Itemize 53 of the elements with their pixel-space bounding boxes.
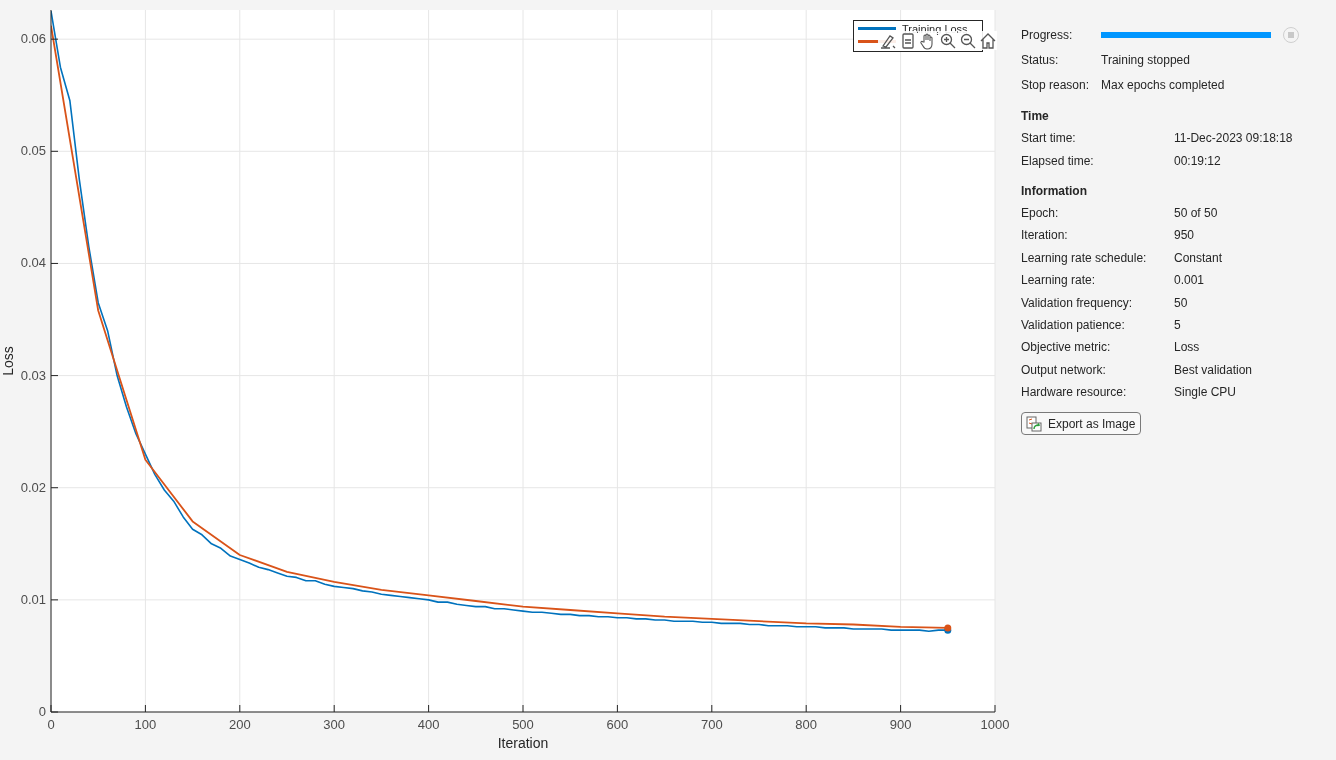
field-value: 11-Dec-2023 09:18:18 <box>1174 131 1293 146</box>
tick-label: 0.01 <box>20 591 46 607</box>
legend-line-icon <box>858 26 896 31</box>
tick-label: 0.03 <box>20 367 46 383</box>
tick-label: 400 <box>417 717 440 732</box>
tick-label: 200 <box>228 717 251 732</box>
field-label: Start time: <box>1021 131 1077 146</box>
field-value: Max epochs completed <box>1101 77 1225 92</box>
export-image-icon <box>1026 415 1042 432</box>
tick-label: 500 <box>512 717 534 732</box>
field-value: 5 <box>1174 317 1181 332</box>
field-label: Hardware resource: <box>1021 385 1128 400</box>
field-label: Status: <box>1021 52 1060 67</box>
field-value: Single CPU <box>1174 385 1237 400</box>
tick-label: 600 <box>606 717 629 732</box>
tick-label: 0.06 <box>20 31 46 47</box>
field-value: 50 <box>1174 295 1188 310</box>
tick-label: 100 <box>134 717 157 732</box>
field-value: Training stopped <box>1101 52 1190 67</box>
tick-label: 300 <box>323 717 346 732</box>
field-value: Loss <box>1174 340 1200 355</box>
field-value: 950 <box>1174 228 1195 243</box>
tick-label: 900 <box>889 717 912 732</box>
field-value: Constant <box>1174 250 1223 265</box>
tick-label: 0 <box>38 704 46 719</box>
tick-label: 0.02 <box>20 479 46 495</box>
field-label: Output network: <box>1021 362 1107 377</box>
field-label: Learning rate schedule: <box>1021 250 1148 265</box>
field-label: Epoch: <box>1021 205 1060 220</box>
axis-label: Loss <box>0 346 16 376</box>
tick-label: 0.04 <box>20 255 46 271</box>
field-label: Stop reason: <box>1021 77 1091 92</box>
field-value: 0.001 <box>1174 273 1205 288</box>
field-label: Iteration: <box>1021 228 1069 243</box>
field-value: 00:19:12 <box>1174 153 1221 168</box>
field-value: Best validation <box>1174 362 1253 377</box>
axis-label: Iteration <box>497 735 549 751</box>
section-title: Time <box>1021 108 1050 125</box>
field-label: Elapsed time: <box>1021 153 1095 168</box>
field-label: Validation frequency: <box>1021 295 1134 310</box>
tick-label: 0 <box>47 717 55 732</box>
field-value: 50 of 50 <box>1174 205 1218 220</box>
export-button[interactable]: Export as Image <box>1021 412 1142 436</box>
field-label: Objective metric: <box>1021 340 1112 355</box>
field-label: Validation patience: <box>1021 317 1126 332</box>
section-title: Information <box>1021 182 1088 200</box>
tick-label: 700 <box>700 717 723 732</box>
field-label: Learning rate: <box>1021 273 1097 288</box>
tick-label: 800 <box>795 717 818 732</box>
tick-label: 0.05 <box>20 143 46 159</box>
field-label: Progress: <box>1021 27 1074 42</box>
tick-label: 1000 <box>980 717 1010 732</box>
legend-label: Training Loss <box>902 22 968 35</box>
